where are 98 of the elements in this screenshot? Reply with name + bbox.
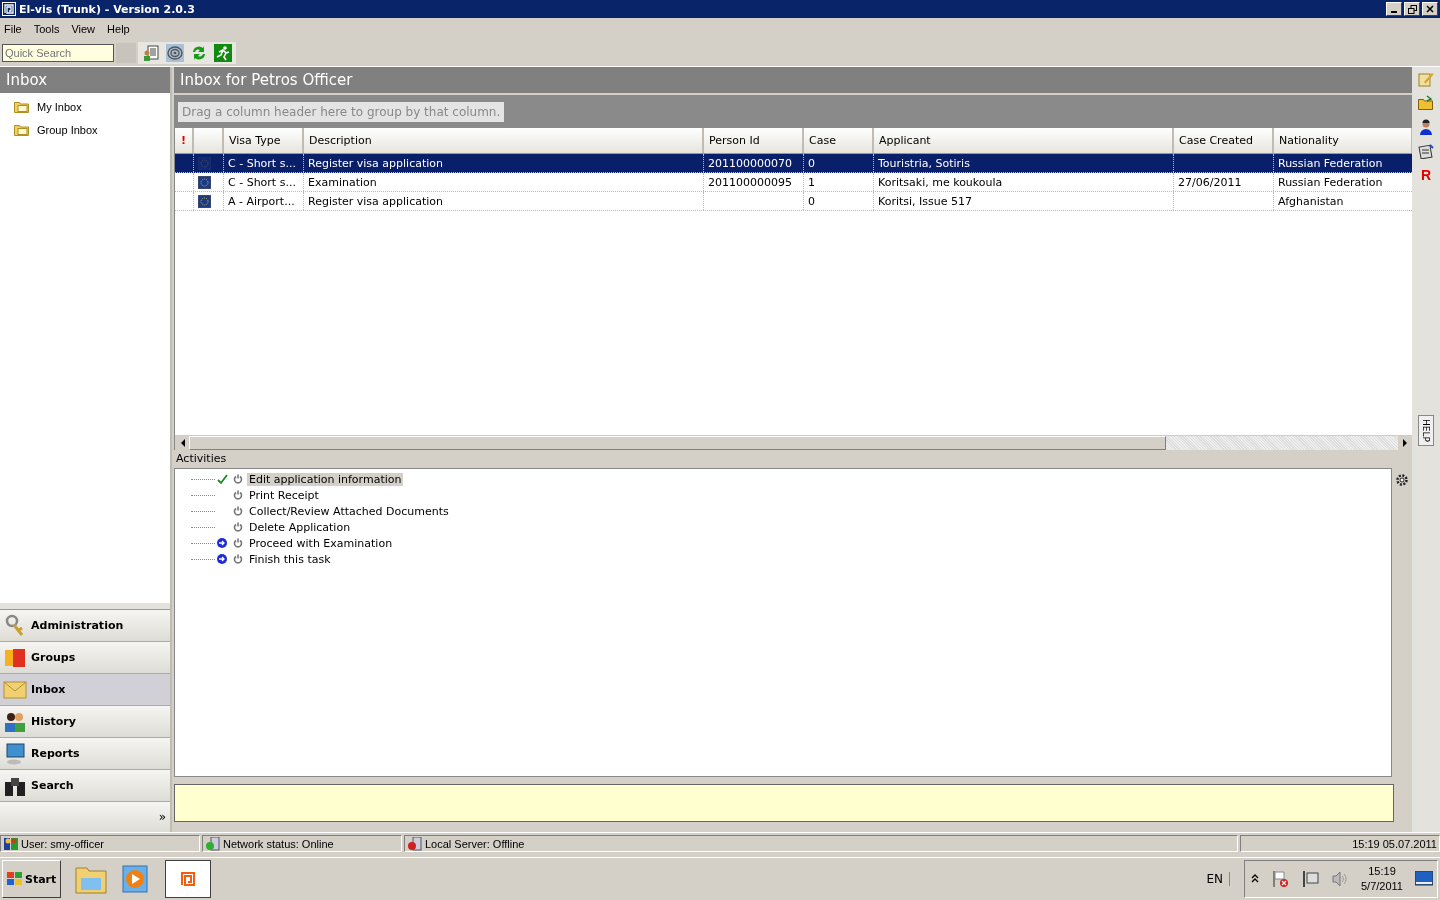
start-button[interactable]: Start — [2, 860, 62, 898]
scroll-right-icon — [1402, 439, 1408, 447]
table-cell: Examination — [308, 175, 377, 189]
flag-icon — [198, 194, 211, 208]
power-icon — [233, 554, 243, 564]
power-icon — [233, 522, 243, 532]
users-icon — [3, 836, 19, 851]
table-cell: 27/06/2011 — [1178, 175, 1242, 189]
network-icon[interactable] — [1301, 870, 1319, 888]
person-document-icon[interactable] — [142, 44, 160, 62]
server-online-icon — [205, 836, 221, 851]
spiral-icon — [2, 2, 16, 16]
folder-icon — [14, 123, 30, 136]
restore-button[interactable] — [1404, 2, 1420, 16]
arrow-circle-icon — [217, 554, 227, 564]
table-cell: Koritsaki, me koukoula — [878, 175, 1003, 189]
power-icon — [233, 490, 243, 500]
table-cell: A - Airport... — [228, 194, 295, 208]
splitter-grip[interactable] — [0, 603, 170, 610]
minimize-button[interactable] — [1386, 2, 1402, 16]
panel-header: Inbox — [0, 67, 170, 93]
window-title: El-vis (Trunk) - Version 2.0.3 — [19, 2, 195, 16]
checkmark-icon — [216, 473, 228, 485]
server-offline-icon — [407, 836, 423, 851]
table-row[interactable]: A - Airport... Register visa application 0 Koritsi, Issue 517 Afghanistan — [175, 192, 1412, 211]
language-indicator[interactable]: EN — [1206, 872, 1230, 886]
menu-item[interactable]: File — [4, 23, 22, 35]
table-cell: 201100000070 — [708, 156, 792, 170]
clipboard-icon[interactable] — [1418, 143, 1434, 159]
nav-button[interactable]: Administration — [0, 610, 170, 642]
windows-logo-icon — [7, 872, 23, 886]
person-icon[interactable] — [1418, 119, 1434, 135]
close-icon — [1426, 5, 1434, 13]
report-button[interactable]: R — [1420, 167, 1432, 183]
power-icon — [233, 474, 243, 484]
section-label: Activities — [175, 451, 228, 467]
flag-icon — [198, 156, 211, 170]
table-cell: Touristria, Sotiris — [878, 156, 970, 170]
menu-item[interactable]: View — [71, 23, 96, 35]
table-cell: Afghanistan — [1278, 194, 1344, 208]
more-buttons-toggle[interactable]: » — [158, 810, 166, 824]
folder-icon — [14, 100, 30, 113]
table-row[interactable]: C - Short s... Register visa application 201100000070 0 Touristria, Sotiris Russian Federation — [175, 154, 1412, 173]
flag-icon — [198, 175, 211, 189]
table-cell: 0 — [808, 194, 815, 208]
table-cell: Register visa application — [308, 194, 443, 208]
nav-button[interactable]: History — [0, 706, 170, 738]
table-cell: Register visa application — [308, 156, 443, 170]
chevron-up-icon[interactable] — [1251, 874, 1259, 884]
quick-search-field[interactable]: Quick Search — [2, 44, 114, 62]
flag-error-icon[interactable] — [1271, 870, 1289, 888]
table-cell: 1 — [808, 175, 815, 189]
table-cell: 201100000095 — [708, 175, 792, 189]
tree-item[interactable]: Group Inbox — [0, 118, 170, 141]
activity-item[interactable]: Finish this task — [247, 552, 333, 566]
table-cell: C - Short s... — [228, 175, 296, 189]
status-text: Network status: Online — [223, 837, 334, 850]
activity-item[interactable]: Proceed with Examination — [247, 536, 395, 550]
table-row[interactable]: C - Short s... Examination 201100000095 1 Koritsaki, me koukoula 27/06/2011 Russian Federation — [175, 173, 1412, 192]
group-hint: Drag a column header here to group by that column. — [178, 101, 505, 122]
power-icon — [233, 506, 243, 516]
speaker-icon[interactable] — [1331, 870, 1349, 888]
arrow-circle-icon — [217, 538, 227, 548]
menu-item[interactable]: Help — [107, 23, 130, 35]
activity-item[interactable]: Print Receipt — [247, 488, 321, 502]
help-tab[interactable]: HELP — [1418, 415, 1434, 446]
restore-icon — [1407, 4, 1417, 14]
close-button[interactable] — [1422, 2, 1438, 16]
monitor-icon — [3, 741, 27, 766]
table-cell: Koritsi, Issue 517 — [878, 194, 972, 208]
nav-button[interactable]: Inbox — [0, 674, 170, 706]
horizontal-scrollbar[interactable] — [175, 435, 1412, 450]
taskbar-button[interactable] — [165, 860, 212, 898]
table-cell: Russian Federation — [1278, 175, 1383, 189]
status-text: Local Server: Offline — [425, 837, 525, 850]
activity-item[interactable]: Edit application information — [247, 472, 404, 486]
menu-item[interactable]: Tools — [33, 23, 60, 35]
exit-icon[interactable] — [214, 44, 232, 62]
status-text: User: smy-officer — [21, 837, 104, 850]
nav-button[interactable]: Reports — [0, 738, 170, 770]
scroll-left-icon — [179, 439, 185, 447]
table-cell: 0 — [808, 156, 815, 170]
nav-button[interactable]: Groups — [0, 642, 170, 674]
nav-button[interactable]: Search — [0, 770, 170, 802]
content-header: Inbox for Petros Officer — [174, 67, 1412, 93]
show-desktop-icon[interactable] — [1415, 871, 1433, 887]
activity-item[interactable]: Delete Application — [247, 520, 353, 534]
activity-item[interactable]: Collect/Review Attached Documents — [247, 504, 451, 518]
refresh-icon[interactable] — [190, 44, 208, 62]
gear-icon[interactable] — [1394, 472, 1410, 488]
folder-icon[interactable] — [1418, 95, 1434, 111]
table-cell: C - Short s... — [228, 156, 296, 170]
status-text: 15:19 05.07.2011 — [1352, 837, 1437, 850]
spiral-icon — [180, 871, 197, 887]
table-cell: Russian Federation — [1278, 156, 1383, 170]
clock[interactable]: 15:19 5/7/2011 — [1361, 864, 1403, 894]
tree-item[interactable]: My Inbox — [0, 95, 170, 118]
power-icon — [233, 538, 243, 548]
